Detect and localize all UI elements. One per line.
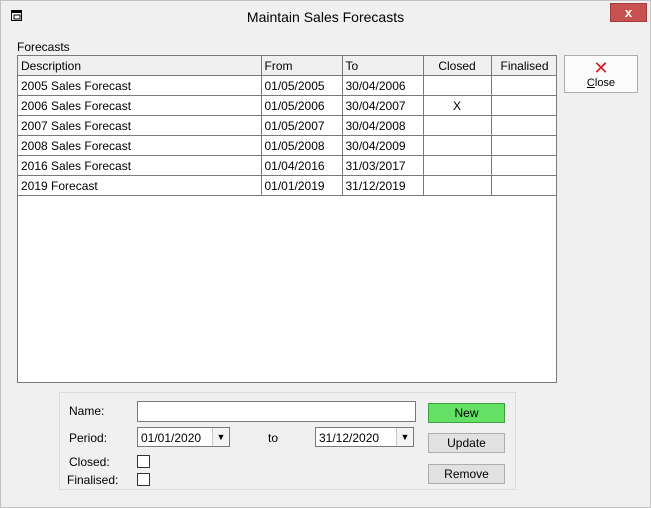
- period-label: Period:: [69, 431, 108, 445]
- window-title: Maintain Sales Forecasts: [246, 9, 405, 25]
- cell-finalised: [491, 155, 556, 176]
- finalised-checkbox[interactable]: [137, 473, 150, 486]
- cell-finalised: [491, 135, 556, 156]
- cell-closed: [423, 135, 492, 156]
- cell-description: 2016 Sales Forecast: [18, 155, 262, 176]
- close-button-mnemonic: C: [586, 77, 595, 89]
- cell-description: 2005 Sales Forecast: [18, 75, 262, 96]
- cell-from: 01/05/2006: [261, 95, 343, 116]
- grid-header-row: Description From To Closed Finalised: [18, 56, 556, 76]
- period-to-label: to: [268, 431, 279, 445]
- cell-to: 30/04/2009: [342, 135, 424, 156]
- period-to-value: 31/12/2020: [319, 431, 380, 445]
- update-button[interactable]: Update: [428, 433, 505, 453]
- closed-checkbox[interactable]: [137, 455, 150, 468]
- cell-finalised: [491, 75, 556, 96]
- cell-finalised: [491, 95, 556, 116]
- column-header-finalised[interactable]: Finalised: [491, 56, 556, 76]
- close-icon: ✕: [593, 58, 609, 78]
- maintain-sales-forecasts-window: Maintain Sales Forecasts x Forecasts Des…: [0, 0, 651, 508]
- period-from-dropdown[interactable]: 01/01/2020 ▼: [137, 427, 230, 447]
- cell-from: 01/05/2005: [261, 75, 343, 96]
- cell-to: 31/03/2017: [342, 155, 424, 176]
- new-button[interactable]: New: [428, 403, 505, 423]
- cell-closed: [423, 175, 492, 196]
- table-row[interactable]: 2019 Forecast 01/01/2019 31/12/2019: [18, 175, 556, 196]
- cell-description: 2019 Forecast: [18, 175, 262, 196]
- name-label: Name:: [69, 404, 105, 418]
- cell-to: 31/12/2019: [342, 175, 424, 196]
- cell-finalised: [491, 175, 556, 196]
- close-button-label: Close: [565, 77, 637, 90]
- cell-to: 30/04/2007: [342, 95, 424, 116]
- table-row[interactable]: 2008 Sales Forecast 01/05/2008 30/04/200…: [18, 135, 556, 156]
- forecasts-group-label: Forecasts: [17, 40, 70, 54]
- table-row[interactable]: 2016 Sales Forecast 01/04/2016 31/03/201…: [18, 155, 556, 176]
- cell-description: 2007 Sales Forecast: [18, 115, 262, 136]
- chevron-down-icon[interactable]: ▼: [396, 428, 413, 446]
- column-header-description[interactable]: Description: [18, 56, 262, 76]
- forecasts-grid[interactable]: Description From To Closed Finalised 200…: [17, 55, 557, 383]
- chevron-down-icon[interactable]: ▼: [212, 428, 229, 446]
- window-close-button[interactable]: x: [610, 3, 647, 22]
- cell-from: 01/05/2007: [261, 115, 343, 136]
- title-bar: Maintain Sales Forecasts x: [1, 1, 650, 32]
- cell-finalised: [491, 115, 556, 136]
- cell-closed: [423, 75, 492, 96]
- table-row[interactable]: 2006 Sales Forecast 01/05/2006 30/04/200…: [18, 95, 556, 116]
- table-row[interactable]: 2005 Sales Forecast 01/05/2005 30/04/200…: [18, 75, 556, 96]
- cell-closed: [423, 115, 492, 136]
- cell-to: 30/04/2008: [342, 115, 424, 136]
- column-header-closed[interactable]: Closed: [423, 56, 492, 76]
- finalised-label: Finalised:: [67, 473, 119, 487]
- closed-label: Closed:: [69, 455, 110, 469]
- forecast-edit-panel: Name: Period: 01/01/2020 ▼ to 31/12/2020…: [59, 392, 516, 490]
- period-to-dropdown[interactable]: 31/12/2020 ▼: [315, 427, 414, 447]
- cell-from: 01/01/2019: [261, 175, 343, 196]
- column-header-to[interactable]: To: [342, 56, 424, 76]
- column-header-from[interactable]: From: [261, 56, 343, 76]
- cell-closed: X: [423, 95, 492, 116]
- cell-description: 2008 Sales Forecast: [18, 135, 262, 156]
- cell-from: 01/04/2016: [261, 155, 343, 176]
- table-row[interactable]: 2007 Sales Forecast 01/05/2007 30/04/200…: [18, 115, 556, 136]
- cell-to: 30/04/2006: [342, 75, 424, 96]
- period-from-value: 01/01/2020: [141, 431, 202, 445]
- remove-button[interactable]: Remove: [428, 464, 505, 484]
- name-input[interactable]: [137, 401, 416, 422]
- close-button-label-rest: lose: [594, 77, 616, 89]
- close-button[interactable]: ✕ Close: [564, 55, 638, 93]
- cell-from: 01/05/2008: [261, 135, 343, 156]
- cell-closed: [423, 155, 492, 176]
- cell-description: 2006 Sales Forecast: [18, 95, 262, 116]
